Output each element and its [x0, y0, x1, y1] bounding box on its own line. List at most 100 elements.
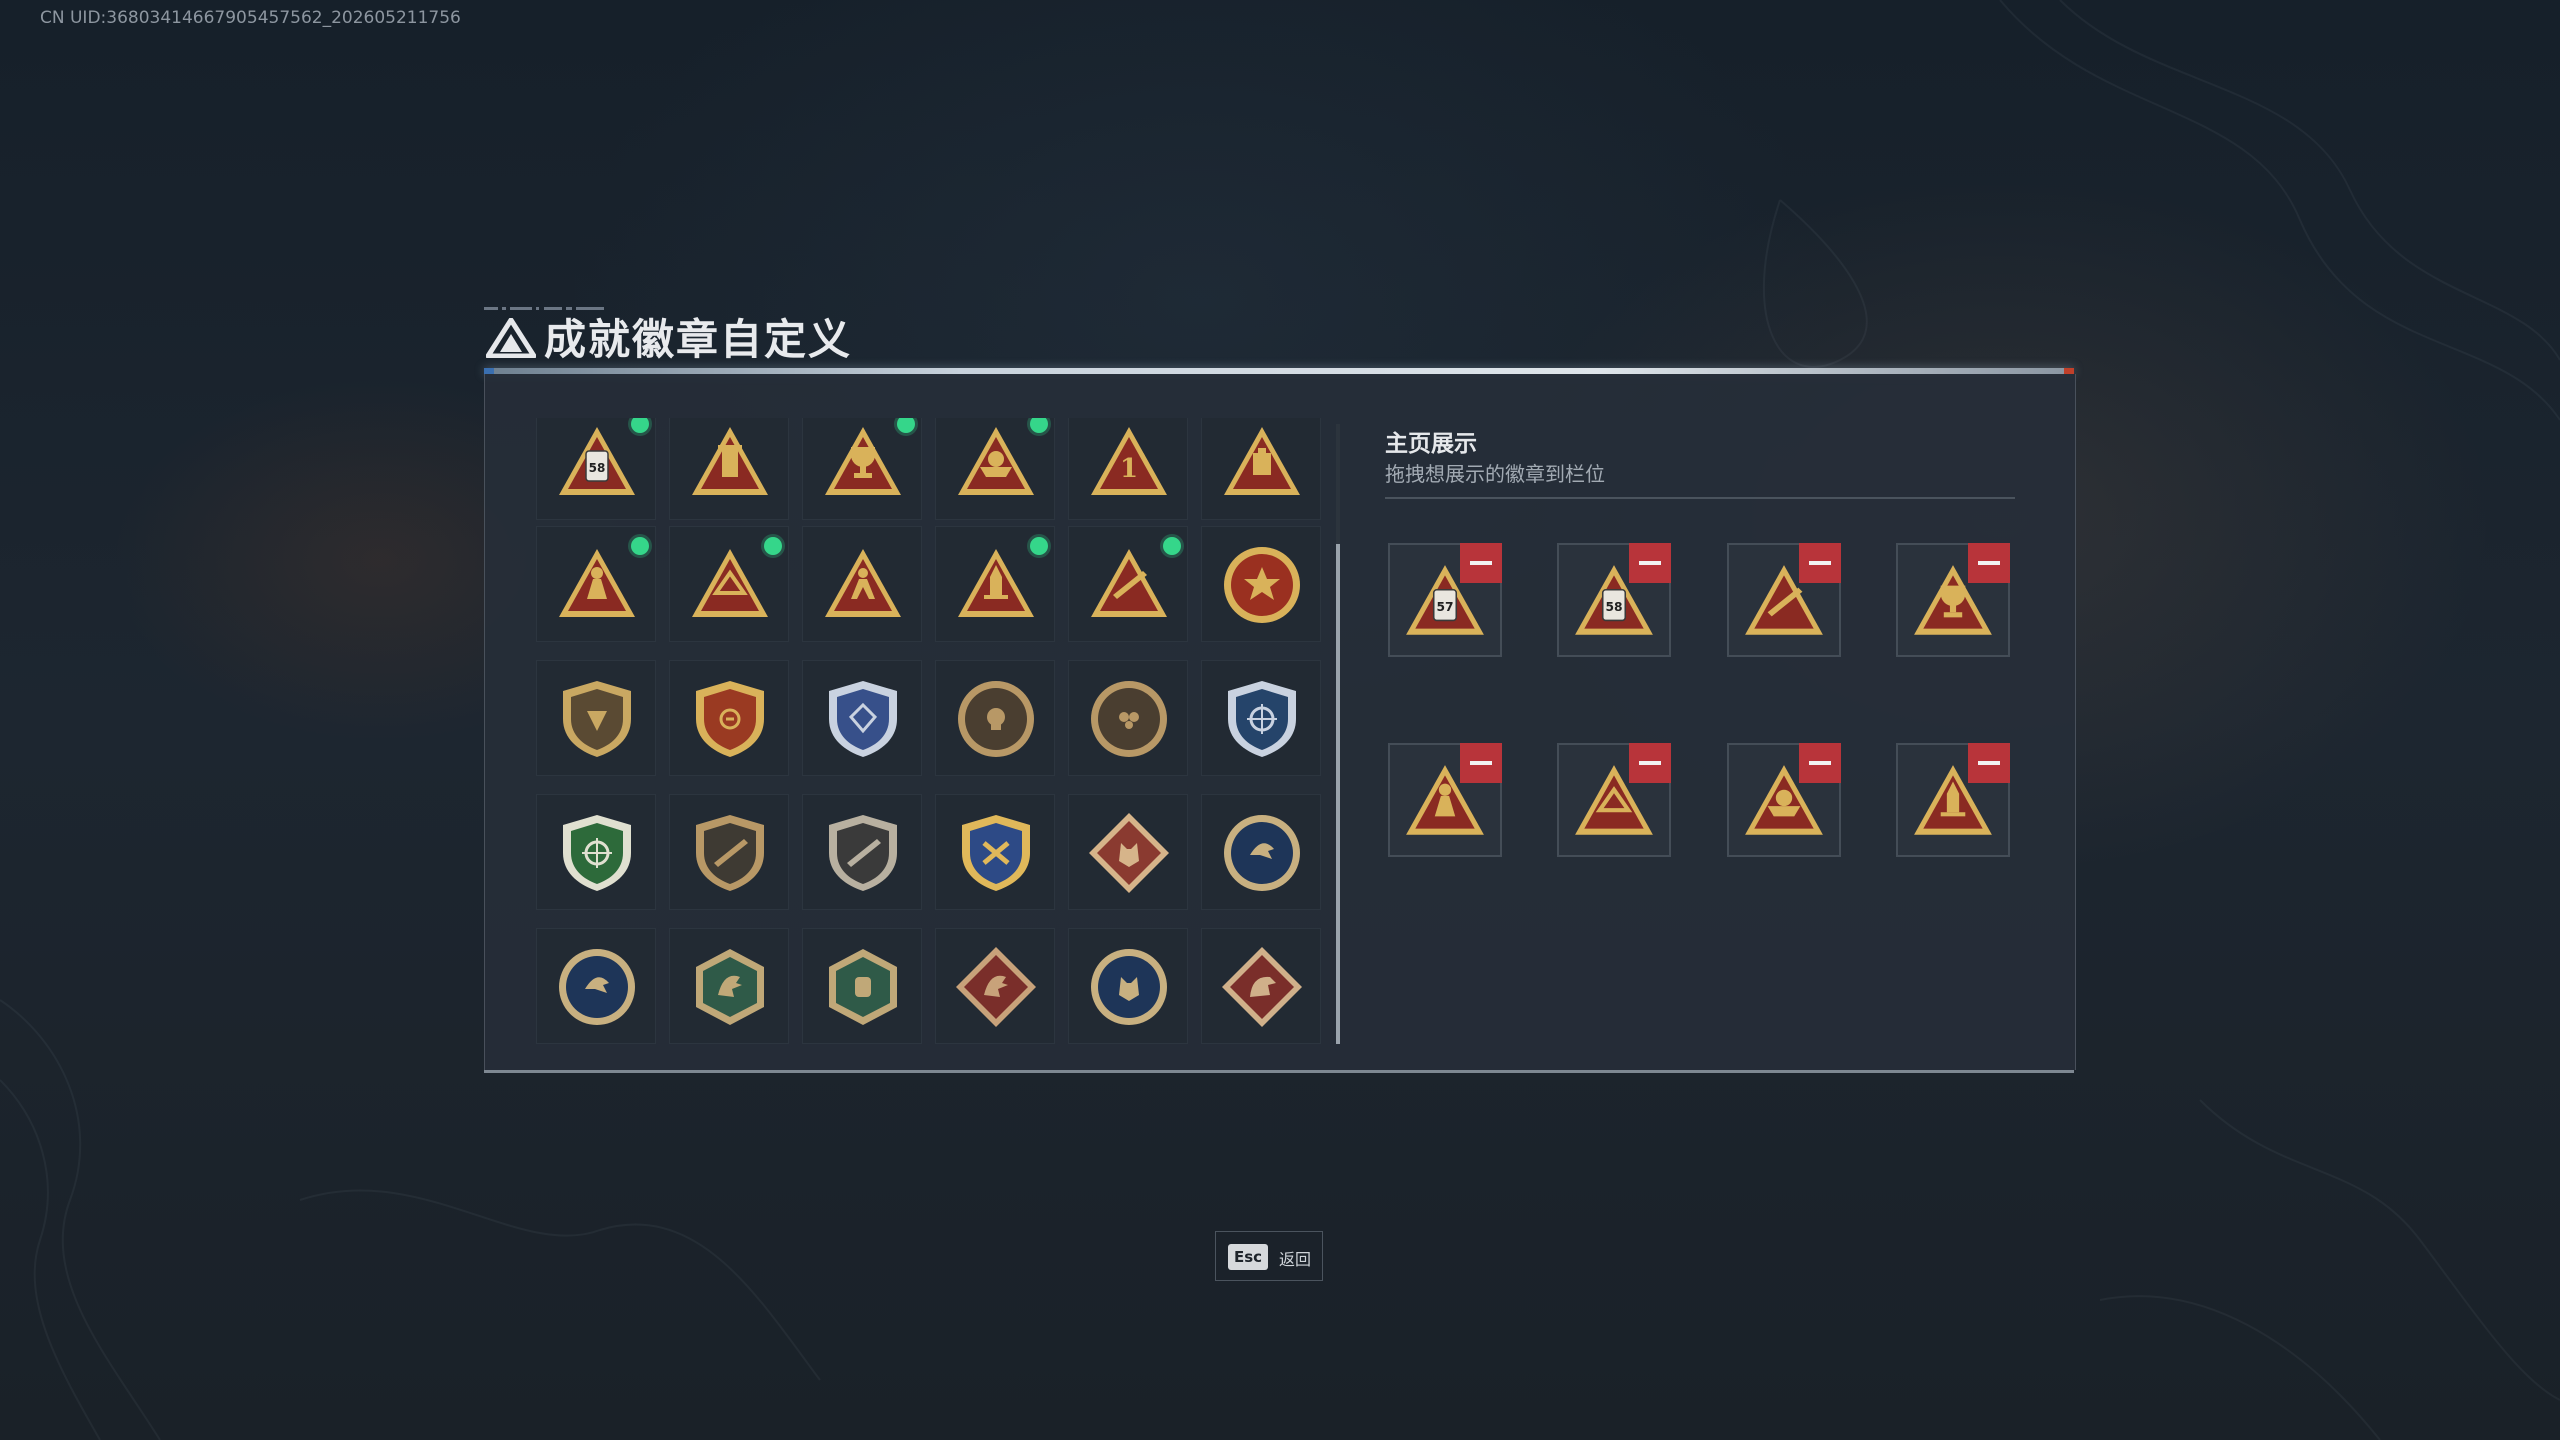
badge-blue-gold-cross-shield-icon [962, 815, 1030, 891]
badge-number-1-triangle-icon: 1 [1091, 427, 1167, 495]
remove-slot-button[interactable] [1460, 743, 1502, 783]
remove-slot-button[interactable] [1968, 543, 2010, 583]
svg-text:57: 57 [1436, 600, 1453, 614]
badge-rocket-triangle-icon [958, 549, 1034, 617]
badge-number-1-triangle[interactable]: 1 [1068, 418, 1188, 520]
badge-figure-triangle[interactable] [802, 526, 922, 642]
badge-dino-red-diamond-icon [1222, 947, 1302, 1027]
scrollbar-thumb[interactable] [1336, 544, 1340, 1044]
remove-slot-button[interactable] [1460, 543, 1502, 583]
showcase-subtitle: 拖拽想展示的徽章到栏位 [1385, 462, 1605, 486]
badge-dragon-green-hex-icon [696, 949, 764, 1025]
badge-bronze-skull-coin[interactable] [935, 660, 1055, 776]
badge-box-triangle-icon [1224, 427, 1300, 495]
badge-58-triangle-red-icon: 58 [559, 427, 635, 495]
showcase-title: 主页展示 [1385, 431, 1477, 457]
badge-blue-crosshair-shield[interactable] [1201, 660, 1321, 776]
badge-dragon-red-diamond[interactable] [935, 928, 1055, 1044]
badge-hands-triangle[interactable] [669, 526, 789, 642]
showcase-divider [1385, 497, 2015, 499]
slot-badge-rifle[interactable] [1727, 543, 1841, 657]
new-indicator-dot [764, 537, 782, 555]
badge-trophy-triangle-icon [825, 427, 901, 495]
badge-eagle-blue-coin-icon [1224, 815, 1300, 891]
badge-wolf-diamond[interactable] [1068, 794, 1188, 910]
badge-silver-rifle-shield[interactable] [802, 794, 922, 910]
badge-eagle-blue-coin-2-icon [559, 949, 635, 1025]
remove-slot-button[interactable] [1629, 743, 1671, 783]
badge-fist-green-hex-icon [829, 949, 897, 1025]
badge-tower-triangle-icon [692, 427, 768, 495]
badge-silver-rifle-shield-icon [829, 815, 897, 891]
badge-bronze-skull-coin-icon [958, 681, 1034, 757]
slot-badge-trophy[interactable] [1896, 543, 2010, 657]
badge-red-gold-shield[interactable] [669, 660, 789, 776]
remove-slot-button[interactable] [1629, 543, 1671, 583]
badge-hands-triangle-icon [692, 549, 768, 617]
new-indicator-dot [897, 418, 915, 433]
new-indicator-dot [631, 418, 649, 433]
slot-badge-soldier[interactable] [1388, 743, 1502, 857]
panel-bottom-border [484, 1070, 2074, 1073]
badge-tower-triangle[interactable] [669, 418, 789, 520]
new-indicator-dot [1163, 537, 1181, 555]
remove-slot-button[interactable] [1799, 543, 1841, 583]
badge-wolf-blue-coin-icon [1091, 949, 1167, 1025]
badge-bronze-rifle-shield-icon [696, 815, 764, 891]
badge-bronze-shield-icon [563, 681, 631, 757]
badge-bronze-mask-coin-icon [1091, 681, 1167, 757]
badge-red-gold-shield-icon [696, 681, 764, 757]
badge-wolf-diamond-icon [1089, 813, 1169, 893]
badge-rifle-triangle[interactable] [1068, 526, 1188, 642]
new-indicator-dot [1030, 418, 1048, 433]
badge-star-medal-icon [1224, 547, 1300, 623]
badge-box-triangle[interactable] [1201, 418, 1321, 520]
slot-badge-hands[interactable] [1557, 743, 1671, 857]
badge-boat-triangle-icon [958, 427, 1034, 495]
badge-bronze-mask-coin[interactable] [1068, 660, 1188, 776]
badge-fist-green-hex[interactable] [802, 928, 922, 1044]
badge-rifle-triangle-icon [1091, 549, 1167, 617]
triangle-logo-icon [486, 318, 536, 358]
badge-trophy-triangle[interactable] [802, 418, 922, 520]
new-indicator-dot [1030, 537, 1048, 555]
badge-bronze-shield[interactable] [536, 660, 656, 776]
badge-grid-scrollbar[interactable] [1336, 424, 1340, 1044]
remove-slot-button[interactable] [1968, 743, 2010, 783]
badge-eagle-blue-coin-2[interactable] [536, 928, 656, 1044]
badge-blue-gold-cross-shield[interactable] [935, 794, 1055, 910]
slot-badge-rocket[interactable] [1896, 743, 2010, 857]
new-indicator-dot [631, 537, 649, 555]
badge-green-crosshair-shield-icon [563, 815, 631, 891]
svg-text:58: 58 [589, 461, 606, 475]
slot-badge-57[interactable]: 57 [1388, 543, 1502, 657]
badge-blue-silver-shield-icon [829, 681, 897, 757]
badge-dino-red-diamond[interactable] [1201, 928, 1321, 1044]
badge-eagle-blue-coin[interactable] [1201, 794, 1321, 910]
page-title: 成就徽章自定义 [544, 315, 853, 364]
back-button[interactable]: Esc 返回 [1215, 1231, 1323, 1281]
badge-bronze-rifle-shield[interactable] [669, 794, 789, 910]
slot-badge-58[interactable]: 58 [1557, 543, 1671, 657]
badge-dragon-red-diamond-icon [956, 947, 1036, 1027]
badge-soldier-triangle-icon [559, 549, 635, 617]
svg-text:1: 1 [1120, 454, 1138, 484]
badge-blue-silver-shield[interactable] [802, 660, 922, 776]
badge-soldier-triangle[interactable] [536, 526, 656, 642]
badge-green-crosshair-shield[interactable] [536, 794, 656, 910]
back-label: 返回 [1279, 1250, 1312, 1269]
badge-dragon-green-hex[interactable] [669, 928, 789, 1044]
slot-badge-boat[interactable] [1727, 743, 1841, 857]
badge-boat-triangle[interactable] [935, 418, 1055, 520]
badge-58-triangle-red[interactable]: 58 [536, 418, 656, 520]
uid-label: CN UID:3680341466790545756​2_20260521175… [40, 8, 461, 28]
badge-figure-triangle-icon [825, 549, 901, 617]
badge-grid[interactable]: 58 1 [536, 418, 1332, 1046]
badge-wolf-blue-coin[interactable] [1068, 928, 1188, 1044]
badge-rocket-triangle[interactable] [935, 526, 1055, 642]
esc-key-icon: Esc [1228, 1244, 1268, 1270]
svg-text:58: 58 [1605, 600, 1622, 614]
badge-blue-crosshair-shield-icon [1228, 681, 1296, 757]
remove-slot-button[interactable] [1799, 743, 1841, 783]
badge-star-medal[interactable] [1201, 526, 1321, 642]
